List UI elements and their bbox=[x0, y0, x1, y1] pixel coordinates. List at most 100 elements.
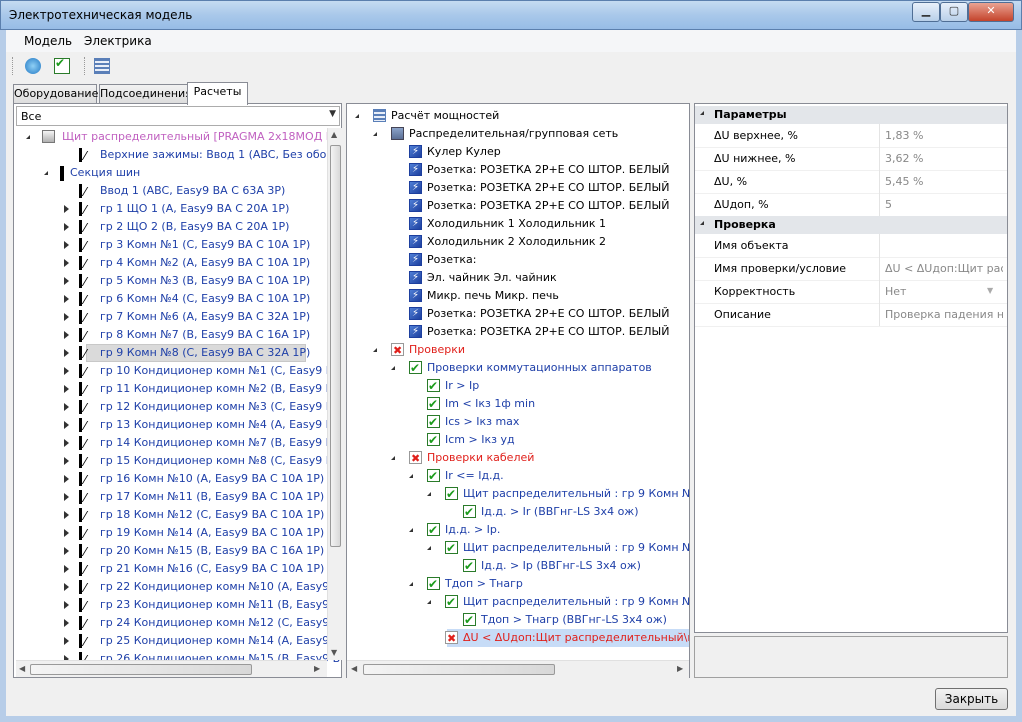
calculator-icon[interactable] bbox=[94, 58, 110, 74]
expand-icon[interactable] bbox=[64, 601, 69, 609]
expand-icon[interactable] bbox=[64, 583, 69, 591]
expand-icon[interactable] bbox=[64, 529, 69, 537]
calc-tree-item[interactable]: Розетка: РОЗЕТКА 2Р+Е СО ШТОР. БЕЛЫЙ bbox=[347, 179, 689, 197]
property-row[interactable]: Корректность Нет ▼ bbox=[695, 280, 1007, 304]
collapse-icon[interactable] bbox=[427, 546, 431, 550]
expand-icon[interactable] bbox=[64, 385, 69, 393]
tree-item[interactable]: гр 13 Кондиционер комн №4 (A, Easy9 BA ( bbox=[16, 416, 340, 435]
tree-item[interactable]: Ввод 1 (ABC, Easy9 BA C 63A 3P) bbox=[16, 182, 326, 201]
calc-tree-item[interactable]: Щит распределительный : гр 9 Комн №8 (С bbox=[347, 485, 689, 503]
expand-icon[interactable] bbox=[64, 565, 69, 573]
tree-item[interactable]: Секция шин bbox=[16, 164, 326, 182]
expand-icon[interactable] bbox=[64, 223, 69, 231]
refresh-icon[interactable] bbox=[25, 58, 41, 74]
calc-tree-item[interactable]: Распределительная/групповая сеть bbox=[347, 125, 689, 143]
tree-item[interactable]: гр 6 Комн №4 (C, Easy9 BA C 10A 1P) bbox=[16, 290, 326, 309]
tree-item[interactable]: Верхние зажимы: Ввод 1 (ABC, Без оборудо… bbox=[16, 146, 340, 165]
tree-item[interactable]: гр 22 Кондиционер комн №10 (A, Easy9 BA bbox=[16, 578, 340, 597]
tree-item[interactable]: гр 10 Кондиционер комн №1 (C, Easy9 BA ( bbox=[16, 362, 340, 381]
tree-item[interactable]: гр 9 Комн №8 (C, Easy9 BA C 32A 1P) bbox=[16, 344, 326, 363]
calc-tree-item[interactable]: Tдоп > Tнагр (ВВГнг-LS 3х4 ож) bbox=[347, 611, 689, 629]
tree-item[interactable]: гр 11 Кондиционер комн №2 (B, Easy9 BA ( bbox=[16, 380, 340, 399]
collapse-icon[interactable] bbox=[355, 114, 359, 118]
expand-icon[interactable] bbox=[64, 403, 69, 411]
tree-item[interactable]: гр 14 Кондиционер комн №7 (B, Easy9 BA ( bbox=[16, 434, 340, 453]
tree-item[interactable]: гр 21 Комн №16 (C, Easy9 BA C 10A 1P) bbox=[16, 560, 326, 579]
tree-item[interactable]: гр 2 ЩО 2 (B, Easy9 BA C 20A 1P) bbox=[16, 218, 326, 237]
tab-connections[interactable]: Подсоединения bbox=[99, 84, 192, 104]
collapse-icon[interactable] bbox=[44, 171, 48, 175]
property-row[interactable]: Имя проверки/условие ΔU < ΔUдоп:Щит распр bbox=[695, 257, 1007, 281]
property-row[interactable]: ΔU верхнее, % 1,83 % bbox=[695, 124, 1007, 148]
calc-tree-item[interactable]: Расчёт мощностей bbox=[347, 107, 689, 125]
calc-tree-item[interactable]: Ir > Ip bbox=[347, 377, 689, 395]
tree-item[interactable]: гр 20 Комн №15 (B, Easy9 BA C 16A 1P) bbox=[16, 542, 326, 561]
collapse-icon[interactable] bbox=[427, 492, 431, 496]
calc-tree-item[interactable]: Розетка: РОЗЕТКА 2Р+Е СО ШТОР. БЕЛЫЙ bbox=[347, 197, 689, 215]
calc-tree-item[interactable]: Проверки коммутационных аппаратов bbox=[347, 359, 689, 377]
collapse-icon[interactable] bbox=[700, 221, 704, 225]
expand-icon[interactable] bbox=[64, 637, 69, 645]
tree-item[interactable]: гр 12 Кондиционер комн №3 (C, Easy9 BA ( bbox=[16, 398, 340, 417]
expand-icon[interactable] bbox=[64, 295, 69, 303]
tree-item[interactable]: гр 4 Комн №2 (A, Easy9 BA C 10A 1P) bbox=[16, 254, 326, 273]
expand-icon[interactable] bbox=[64, 421, 69, 429]
expand-icon[interactable] bbox=[64, 241, 69, 249]
collapse-icon[interactable] bbox=[409, 582, 413, 586]
tab-equipment[interactable]: Оборудование bbox=[13, 84, 98, 104]
property-group-parameters[interactable]: Параметры bbox=[695, 106, 1007, 124]
collapse-icon[interactable] bbox=[373, 348, 377, 352]
tree-item[interactable]: гр 1 ЩО 1 (A, Easy9 BA C 20A 1P) bbox=[16, 200, 326, 219]
left-scrollbar-vertical[interactable]: ▲ ▼ bbox=[327, 128, 342, 660]
expand-icon[interactable] bbox=[64, 313, 69, 321]
calc-tree-item[interactable]: Tдоп > Tнагр bbox=[347, 575, 689, 593]
close-window-button[interactable]: ✕ bbox=[968, 2, 1014, 22]
expand-icon[interactable] bbox=[64, 349, 69, 357]
left-scrollbar-horizontal[interactable]: ◀ ▶ bbox=[16, 660, 327, 677]
tree-item[interactable]: гр 18 Комн №12 (C, Easy9 BA C 10A 1P) bbox=[16, 506, 326, 525]
calc-tree-item[interactable]: Iд.д. > Ip. bbox=[347, 521, 689, 539]
collapse-icon[interactable] bbox=[409, 474, 413, 478]
tree-item[interactable]: гр 3 Комн №1 (C, Easy9 BA C 10A 1P) bbox=[16, 236, 326, 255]
calc-tree-item[interactable]: Iд.д. > Ip (ВВГнг-LS 3х4 ож) bbox=[347, 557, 689, 575]
check-icon[interactable] bbox=[54, 56, 70, 74]
tree-item[interactable]: гр 16 Комн №10 (A, Easy9 BA C 10A 1P) bbox=[16, 470, 326, 489]
expand-icon[interactable] bbox=[64, 511, 69, 519]
calc-tree-item[interactable]: Icm > Iкз уд bbox=[347, 431, 689, 449]
calc-tree-item[interactable]: Розетка: РОЗЕТКА 2Р+Е СО ШТОР. БЕЛЫЙ bbox=[347, 323, 689, 341]
collapse-icon[interactable] bbox=[391, 456, 395, 460]
tree-item[interactable]: гр 17 Комн №11 (B, Easy9 BA C 10A 1P) bbox=[16, 488, 326, 507]
property-value[interactable]: 5 bbox=[885, 198, 1003, 211]
chevron-down-icon[interactable]: ▼ bbox=[987, 286, 993, 295]
expand-icon[interactable] bbox=[64, 475, 69, 483]
property-value[interactable]: Нет bbox=[885, 285, 1003, 298]
property-value[interactable]: ΔU < ΔUдоп:Щит распр bbox=[885, 262, 1003, 275]
calc-tree-item[interactable]: Проверки кабелей bbox=[347, 449, 689, 468]
property-row[interactable]: ΔUдоп, % 5 bbox=[695, 193, 1007, 217]
expand-icon[interactable] bbox=[64, 619, 69, 627]
calc-tree-item[interactable]: Щит распределительный : гр 9 Комн №8 (С bbox=[347, 539, 689, 557]
calc-tree-item[interactable]: ΔU < ΔUдоп:Щит распределительный\гр 9 Ко… bbox=[347, 629, 689, 648]
menu-electrics[interactable]: Электрика bbox=[84, 34, 152, 48]
calc-tree-item[interactable]: Ics > Iкз max bbox=[347, 413, 689, 431]
expand-icon[interactable] bbox=[64, 367, 69, 375]
tab-calculations[interactable]: Расчеты bbox=[187, 82, 248, 105]
property-row[interactable]: ΔU, % 5,45 % bbox=[695, 170, 1007, 194]
collapse-icon[interactable] bbox=[700, 111, 704, 115]
property-value[interactable]: 3,62 % bbox=[885, 152, 1003, 165]
calc-tree-item[interactable]: Щит распределительный : гр 9 Комн №8 (С bbox=[347, 593, 689, 611]
expand-icon[interactable] bbox=[64, 547, 69, 555]
property-row[interactable]: ΔU нижнее, % 3,62 % bbox=[695, 147, 1007, 171]
maximize-button[interactable]: ▢ bbox=[940, 2, 968, 22]
calc-tree-item[interactable]: Кулер Кулер bbox=[347, 143, 689, 161]
property-value[interactable]: Проверка падения нап bbox=[885, 308, 1003, 321]
expand-icon[interactable] bbox=[64, 439, 69, 447]
collapse-icon[interactable] bbox=[26, 135, 30, 139]
expand-icon[interactable] bbox=[64, 493, 69, 501]
calc-tree-item[interactable]: Холодильник 1 Холодильник 1 bbox=[347, 215, 689, 233]
property-value[interactable]: 1,83 % bbox=[885, 129, 1003, 142]
collapse-icon[interactable] bbox=[409, 528, 413, 532]
property-value[interactable]: 5,45 % bbox=[885, 175, 1003, 188]
tree-item[interactable]: гр 24 Кондиционер комн №12 (C, Easy9 BA bbox=[16, 614, 340, 633]
expand-icon[interactable] bbox=[64, 457, 69, 465]
